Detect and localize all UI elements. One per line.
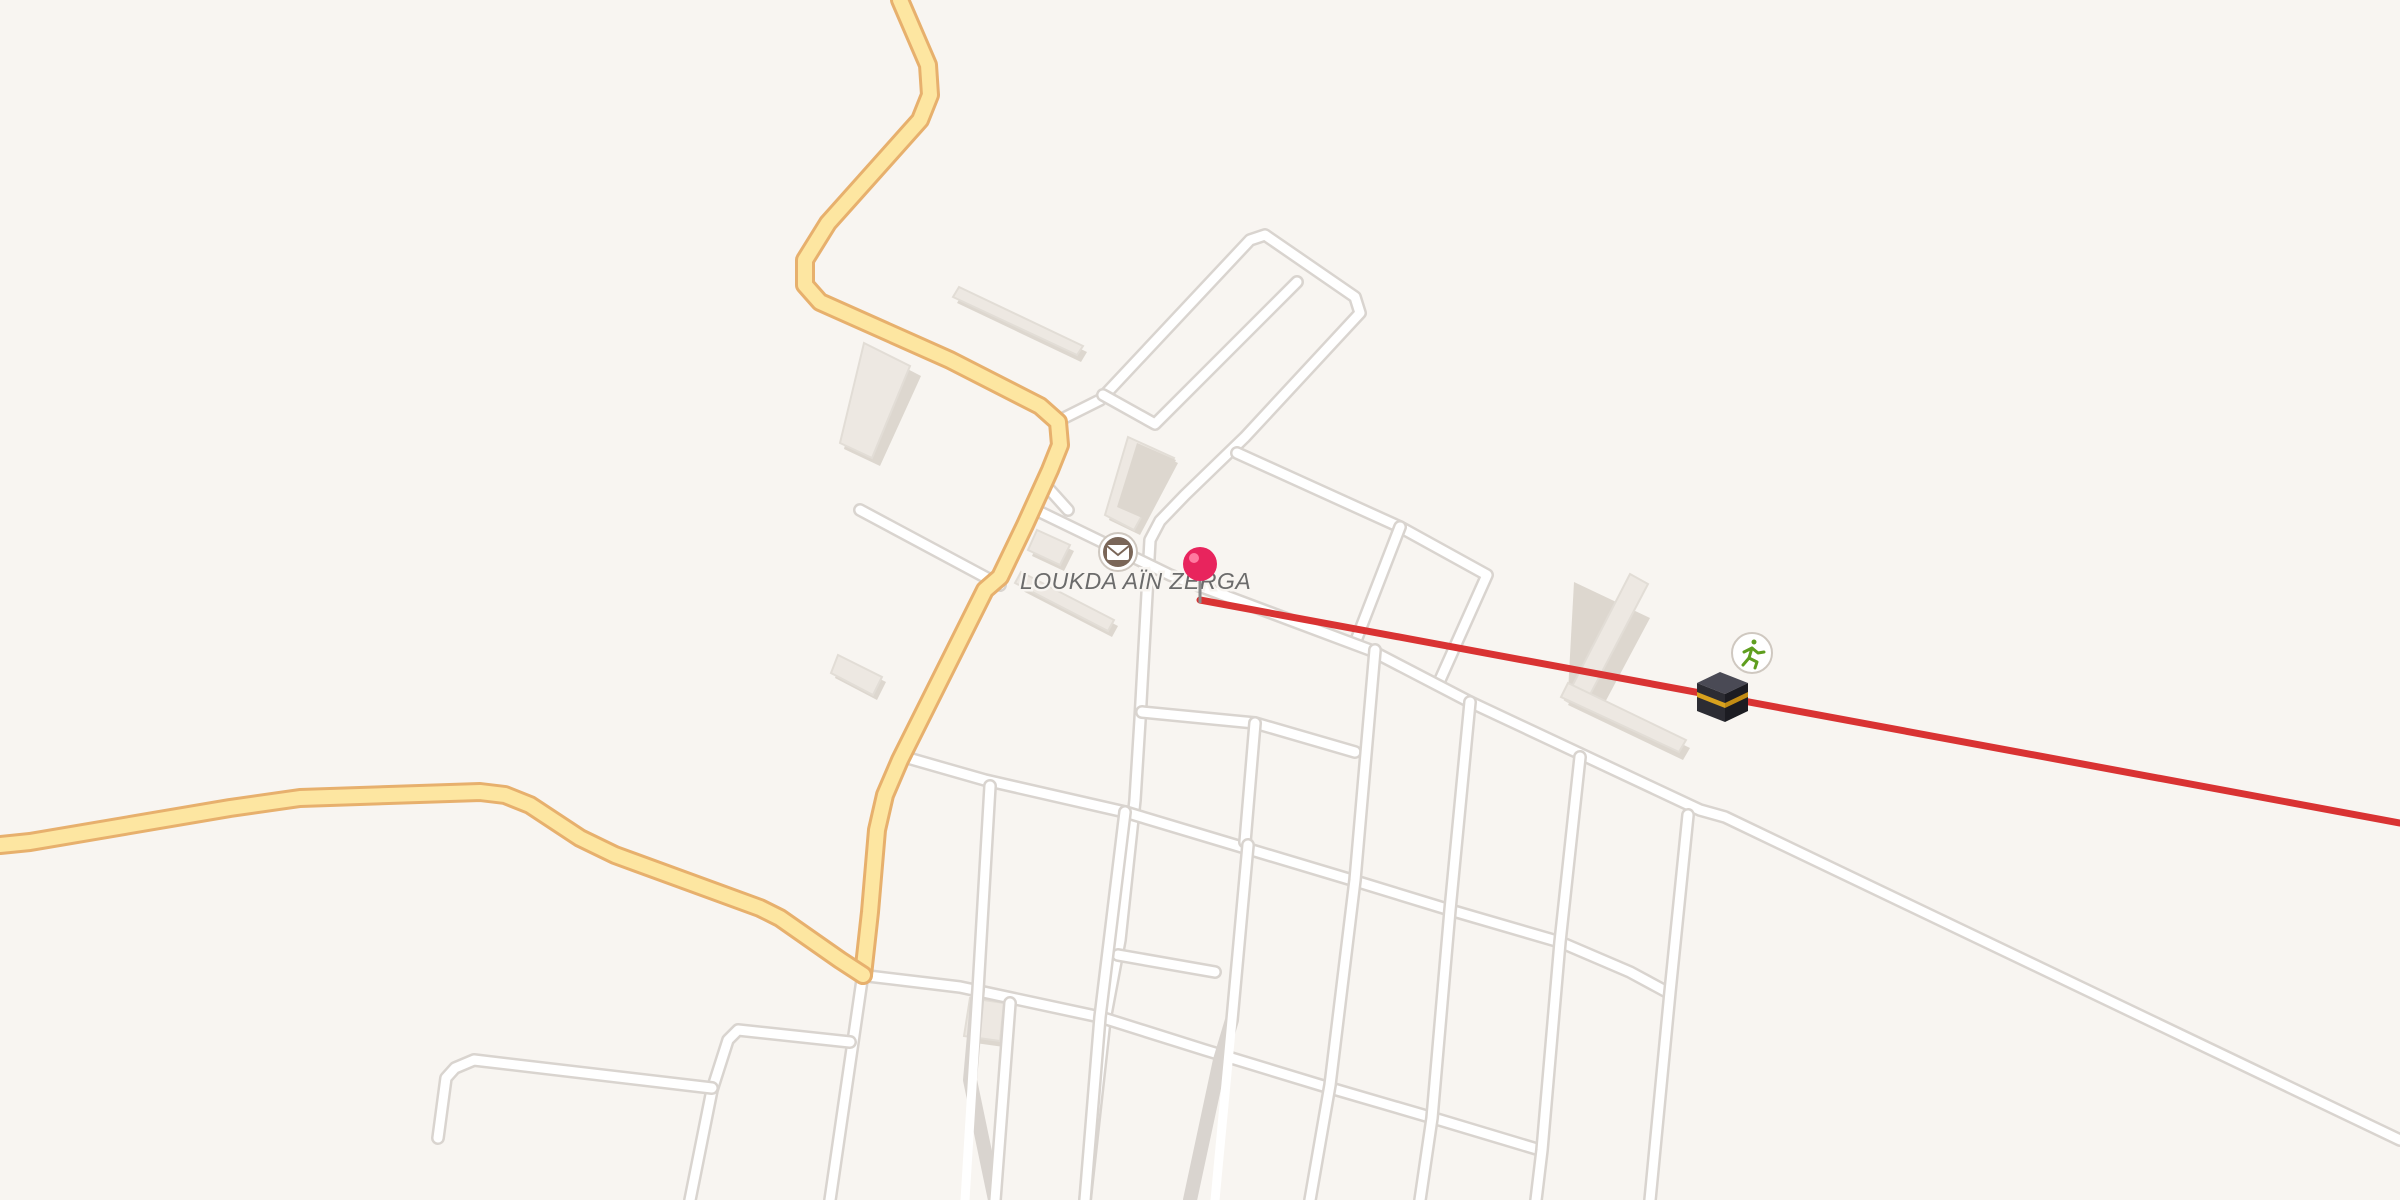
sports-poi-marker[interactable]: [1731, 632, 1773, 674]
place-label: LOUKDA AÏN ZERGA: [1020, 568, 1251, 594]
envelope-icon: [1106, 545, 1130, 560]
map-canvas[interactable]: LOUKDA AÏN ZERGA: [0, 0, 2400, 1200]
post-office-marker[interactable]: [1098, 532, 1138, 572]
